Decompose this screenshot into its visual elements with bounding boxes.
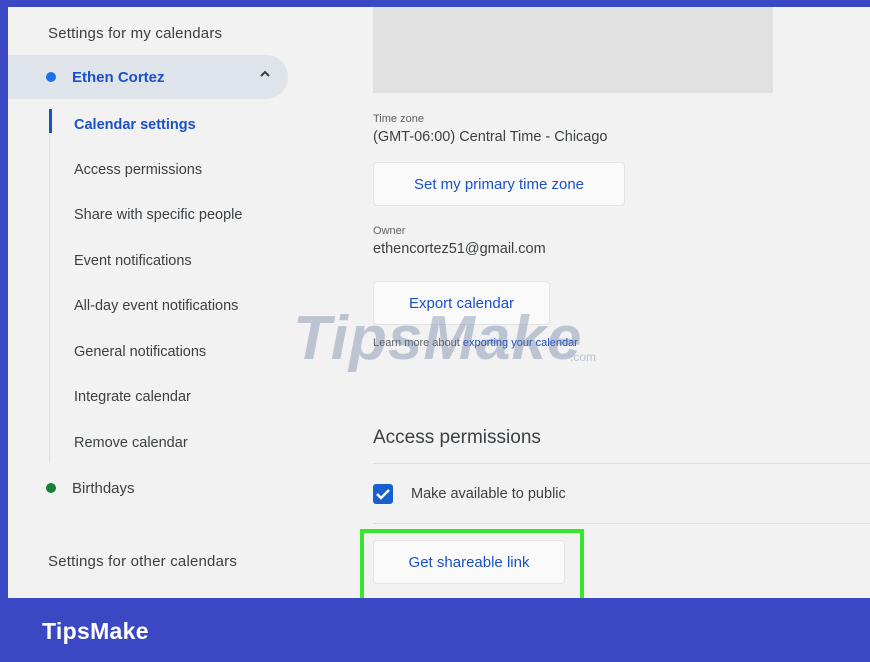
checkmark-icon: [376, 489, 390, 500]
my-calendars-title: Settings for my calendars: [48, 25, 223, 42]
make-public-checkbox[interactable]: [373, 484, 393, 504]
active-nav-indicator: [49, 109, 52, 133]
nav-share-with-specific-people[interactable]: Share with specific people: [74, 207, 242, 223]
nav-calendar-settings[interactable]: Calendar settings: [74, 117, 196, 133]
time-zone-value: (GMT-06:00) Central Time - Chicago: [373, 129, 608, 145]
calendar-color-dot: [46, 483, 56, 493]
nav-event-notifications[interactable]: Event notifications: [74, 253, 192, 269]
calendar-name: Ethen Cortez: [72, 68, 165, 86]
nav-all-day-event-notifications[interactable]: All-day event notifications: [74, 298, 238, 314]
other-calendars-title: Settings for other calendars: [48, 553, 238, 570]
calendar-settings-screen: Settings for my calendars Ethen Cortez C…: [8, 7, 870, 598]
nav-general-notifications[interactable]: General notifications: [74, 344, 206, 360]
nav-remove-calendar[interactable]: Remove calendar: [74, 435, 188, 451]
nav-access-permissions[interactable]: Access permissions: [74, 162, 202, 178]
calendar-ethen-cortez[interactable]: Ethen Cortez: [8, 55, 288, 99]
nav-integrate-calendar[interactable]: Integrate calendar: [74, 389, 191, 405]
top-border: [0, 0, 870, 7]
watermark: TipsMake: [293, 304, 583, 373]
calendar-name: Birthdays: [72, 479, 135, 497]
highlight-box: [360, 529, 584, 598]
left-border: [0, 0, 8, 662]
footer-brand: TipsMake: [42, 618, 149, 644]
calendar-color-dot: [46, 72, 56, 82]
watermark-suffix: .com: [570, 350, 597, 364]
footer-bar: TipsMake: [0, 598, 870, 662]
owner-value: ethencortez51@gmail.com: [373, 241, 546, 257]
divider: [373, 463, 870, 464]
owner-label: Owner: [373, 225, 406, 237]
set-primary-time-zone-button[interactable]: Set my primary time zone: [373, 162, 625, 206]
nav-rail: [49, 133, 50, 463]
chevron-up-icon[interactable]: [258, 67, 272, 81]
calendar-preview: [373, 7, 773, 93]
make-public-label: Make available to public: [411, 486, 566, 502]
calendar-birthdays[interactable]: Birthdays: [8, 466, 135, 510]
time-zone-label: Time zone: [373, 113, 424, 125]
settings-sidebar: Settings for my calendars Ethen Cortez C…: [8, 7, 338, 598]
access-permissions-heading: Access permissions: [373, 427, 541, 448]
divider: [373, 523, 870, 524]
